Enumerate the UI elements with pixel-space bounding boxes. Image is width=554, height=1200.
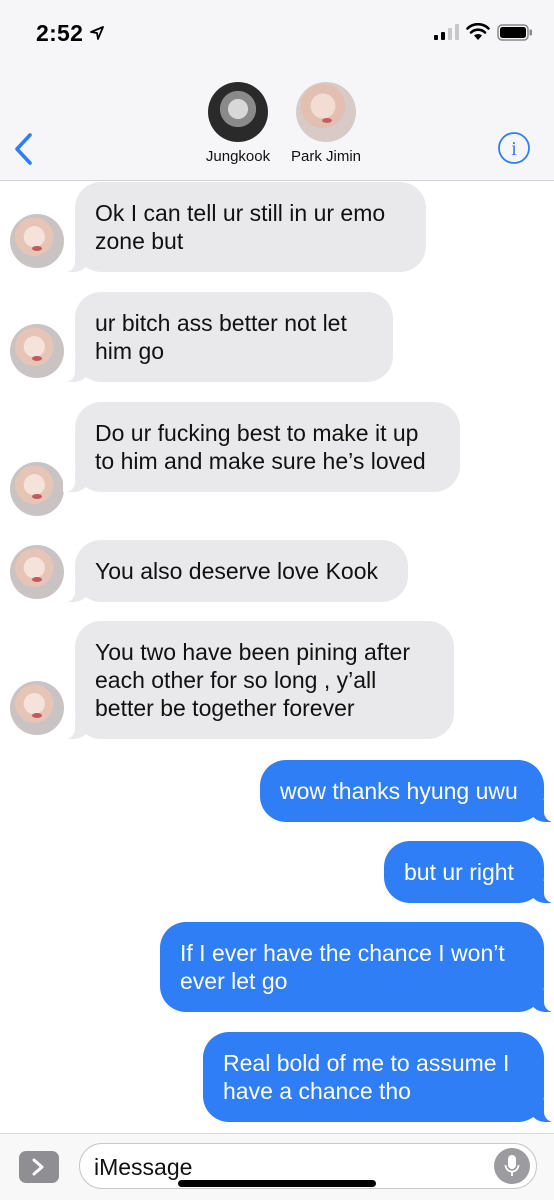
avatar <box>10 545 64 599</box>
message-bubble-outgoing[interactable]: Real bold of me to assume I have a chanc… <box>203 1032 554 1122</box>
message-bubble-outgoing[interactable]: but ur right <box>384 841 554 903</box>
apps-button[interactable] <box>19 1151 59 1183</box>
avatar <box>10 462 64 516</box>
message-bubble-outgoing[interactable]: If I ever have the chance I won’t ever l… <box>160 922 554 1012</box>
contact-park-jimin[interactable]: Park Jimin <box>281 82 371 165</box>
avatar <box>10 681 64 735</box>
contact-jungkook[interactable]: Jungkook <box>193 82 283 165</box>
message-bubble-outgoing[interactable]: wow thanks hyung uwu <box>260 760 554 822</box>
battery-icon <box>497 24 532 41</box>
avatar <box>296 82 356 142</box>
message-bubble-incoming[interactable]: Do ur fucking best to make it up to him … <box>63 402 460 492</box>
dictation-button[interactable] <box>494 1148 530 1184</box>
contact-name: Park Jimin <box>290 148 361 165</box>
status-time: 2:52 <box>36 20 84 46</box>
message-text: You two have been pining after each othe… <box>95 639 411 721</box>
message-text: but ur right <box>404 859 514 885</box>
location-arrow-icon <box>90 26 104 40</box>
message-text: Real bold of me to assume I have a chanc… <box>223 1050 510 1104</box>
home-indicator[interactable] <box>178 1180 376 1187</box>
message-text: ur bitch ass better not let him go <box>95 310 347 364</box>
message-text: You also deserve love Kook <box>95 558 379 584</box>
avatar <box>208 82 268 142</box>
chevron-left-icon[interactable] <box>12 132 34 166</box>
message-text: Ok I can tell ur still in ur emo zone bu… <box>95 200 386 254</box>
message-composer: iMessage <box>0 1133 554 1200</box>
contact-name: Jungkook <box>205 148 271 165</box>
message-bubble-incoming[interactable]: You two have been pining after each othe… <box>63 621 454 739</box>
conversation-header: 2:52 Jungkook Park Jimin i <box>0 0 554 181</box>
message-text: Do ur fucking best to make it up to him … <box>95 420 426 474</box>
cellular-signal-icon <box>434 24 459 40</box>
message-text: If I ever have the chance I won’t ever l… <box>180 940 505 994</box>
info-icon[interactable]: i <box>497 131 531 165</box>
message-bubble-incoming[interactable]: Ok I can tell ur still in ur emo zone bu… <box>63 182 426 272</box>
message-bubble-incoming[interactable]: You also deserve love Kook <box>63 540 408 602</box>
chevron-right-icon <box>32 1158 44 1176</box>
svg-text:i: i <box>511 138 517 160</box>
avatar <box>10 214 64 268</box>
wifi-icon <box>466 23 490 40</box>
message-text: wow thanks hyung uwu <box>280 778 518 804</box>
message-bubble-incoming[interactable]: ur bitch ass better not let him go <box>63 292 393 382</box>
avatar <box>10 324 64 378</box>
microphone-icon <box>504 1155 520 1176</box>
message-input-placeholder: iMessage <box>94 1154 193 1180</box>
